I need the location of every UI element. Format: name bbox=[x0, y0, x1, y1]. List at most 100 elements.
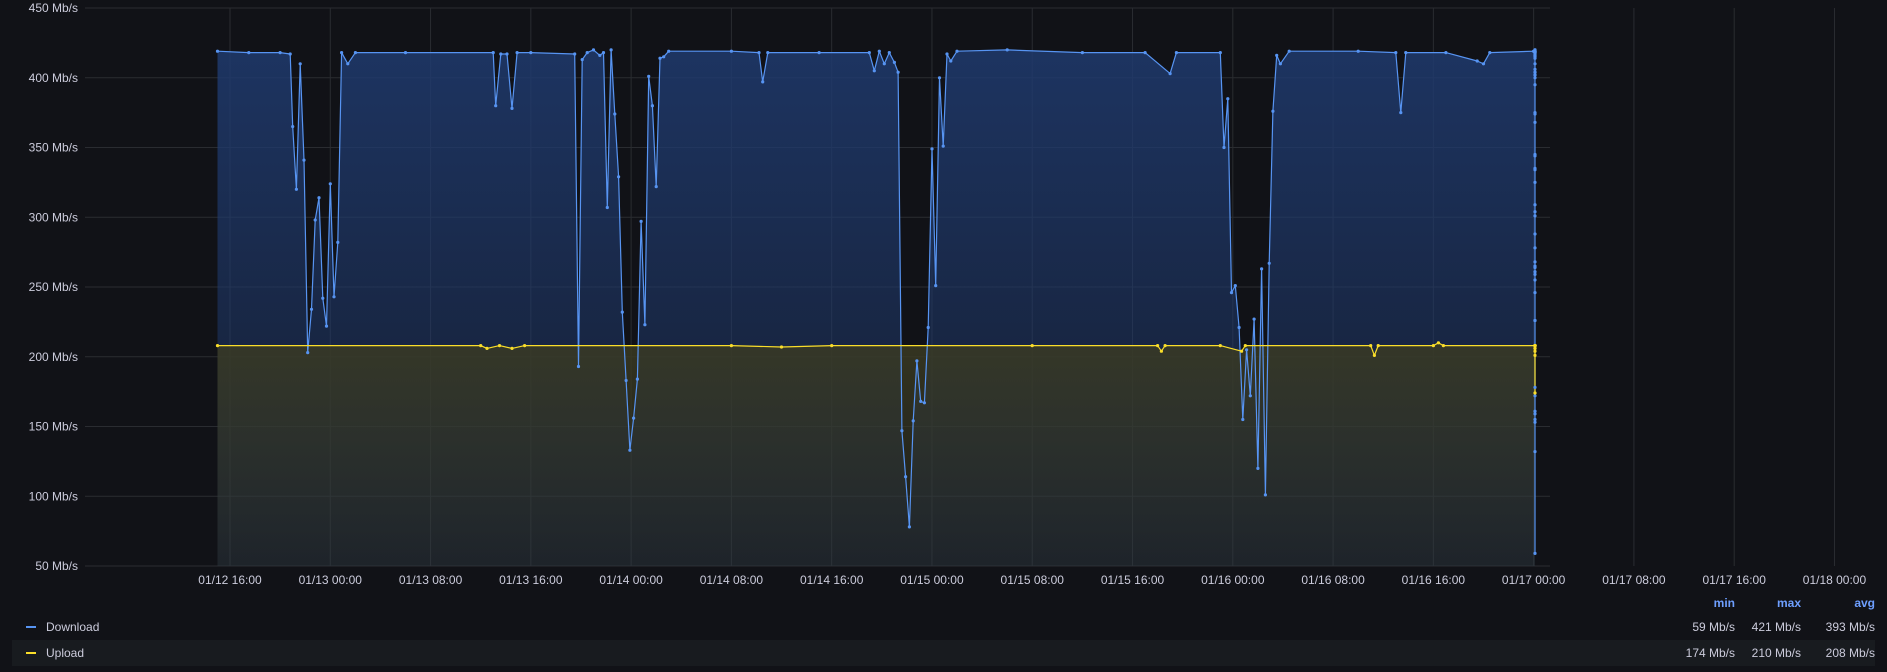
data-point-upload bbox=[779, 345, 784, 349]
data-point-download bbox=[1168, 72, 1172, 76]
data-point-download bbox=[576, 364, 581, 369]
y-tick-label: 450 Mb/s bbox=[29, 1, 78, 15]
data-point-download bbox=[1226, 97, 1230, 101]
legend-max-value: 210 Mb/s bbox=[1751, 646, 1801, 660]
data-point-download bbox=[1080, 51, 1084, 55]
data-point-download bbox=[1533, 420, 1537, 424]
data-point-upload bbox=[1030, 344, 1034, 348]
legend-avg-value: 393 Mb/s bbox=[1825, 620, 1875, 634]
data-point-download bbox=[613, 112, 617, 116]
data-point-upload bbox=[1376, 344, 1380, 348]
data-point-download bbox=[601, 51, 606, 55]
legend-header-min[interactable]: min bbox=[1665, 596, 1735, 610]
data-point-download bbox=[1533, 51, 1537, 55]
data-point-download bbox=[647, 74, 651, 78]
data-point-download bbox=[1481, 62, 1486, 66]
data-point-download bbox=[911, 419, 915, 423]
data-point-upload bbox=[1243, 344, 1247, 348]
data-point-download bbox=[1278, 62, 1282, 66]
data-point-download bbox=[605, 205, 609, 210]
data-point-download bbox=[882, 62, 886, 66]
data-point-download bbox=[529, 51, 533, 55]
data-point-download bbox=[919, 399, 923, 403]
y-tick-label: 150 Mb/s bbox=[29, 420, 78, 434]
data-point-download bbox=[313, 218, 317, 222]
data-point-download bbox=[887, 51, 891, 55]
y-tick-label: 350 Mb/s bbox=[29, 141, 78, 155]
legend-series-name[interactable]: Download bbox=[46, 614, 99, 640]
data-point-download bbox=[336, 240, 340, 244]
data-point-download bbox=[580, 58, 584, 62]
data-point-download bbox=[1444, 51, 1448, 55]
x-tick-label: 01/14 08:00 bbox=[700, 573, 764, 587]
data-point-download bbox=[1533, 83, 1537, 87]
data-point-download bbox=[306, 351, 310, 355]
data-point-download bbox=[1533, 264, 1537, 268]
x-tick-label: 01/14 00:00 bbox=[599, 573, 663, 587]
data-point-download bbox=[1533, 417, 1537, 422]
y-tick-label: 250 Mb/s bbox=[29, 280, 78, 294]
data-point-download bbox=[892, 60, 897, 64]
data-point-download bbox=[1533, 278, 1537, 282]
data-point-upload bbox=[830, 344, 834, 348]
data-point-upload bbox=[1533, 353, 1537, 357]
legend-row-upload[interactable]: Upload 174 Mb/s 210 Mb/s 208 Mb/s bbox=[12, 640, 1875, 666]
data-point-download bbox=[1533, 210, 1537, 214]
data-point-download bbox=[628, 448, 632, 452]
legend-series-name[interactable]: Upload bbox=[46, 640, 84, 666]
data-point-download bbox=[1404, 51, 1408, 55]
data-point-download bbox=[1533, 73, 1537, 77]
data-point-download bbox=[1263, 493, 1267, 497]
data-point-upload bbox=[497, 344, 502, 348]
legend-max-value: 421 Mb/s bbox=[1751, 620, 1801, 634]
data-point-upload bbox=[729, 344, 734, 348]
data-point-download bbox=[573, 52, 577, 56]
data-point-download bbox=[1174, 51, 1178, 55]
data-point-download bbox=[1245, 348, 1249, 352]
data-point-download bbox=[650, 104, 655, 108]
data-point-download bbox=[877, 49, 881, 53]
data-point-download bbox=[639, 219, 643, 223]
data-point-upload bbox=[1431, 344, 1435, 348]
legend-row-download[interactable]: Download 59 Mb/s 421 Mb/s 393 Mb/s bbox=[12, 614, 1875, 640]
y-tick-label: 300 Mb/s bbox=[29, 210, 78, 224]
data-point-download bbox=[291, 125, 295, 129]
data-point-download bbox=[302, 158, 306, 162]
data-point-upload bbox=[1436, 341, 1440, 345]
data-point-download bbox=[510, 106, 514, 110]
x-tick-label: 01/17 08:00 bbox=[1602, 573, 1666, 587]
data-point-download bbox=[1271, 109, 1275, 113]
data-point-download bbox=[1533, 203, 1537, 207]
data-point-download bbox=[1399, 111, 1403, 115]
data-point-download bbox=[930, 147, 934, 151]
data-point-download bbox=[667, 49, 671, 53]
legend-header-max[interactable]: max bbox=[1731, 596, 1801, 610]
data-point-download bbox=[309, 307, 314, 311]
timeseries-chart: 450 Mb/s 400 Mb/s 350 Mb/s 300 Mb/s 250 Mb/s… bbox=[29, 1, 1867, 587]
data-point-download bbox=[491, 51, 495, 55]
data-point-download bbox=[321, 296, 325, 300]
y-tick-label: 50 Mb/s bbox=[35, 559, 78, 573]
legend-header-avg[interactable]: avg bbox=[1805, 596, 1875, 610]
data-point-download bbox=[298, 62, 302, 66]
data-point-download bbox=[817, 51, 821, 55]
data-point-upload bbox=[485, 346, 489, 350]
data-point-download bbox=[1241, 417, 1245, 422]
data-point-download bbox=[766, 51, 770, 55]
data-point-download bbox=[662, 55, 666, 59]
data-point-upload bbox=[1441, 344, 1445, 348]
data-point-download bbox=[915, 359, 919, 363]
data-point-download bbox=[505, 52, 509, 56]
x-tick-label: 01/15 08:00 bbox=[1001, 573, 1065, 587]
data-point-download bbox=[1267, 261, 1271, 265]
data-point-download bbox=[353, 51, 357, 55]
data-point-download bbox=[761, 80, 765, 84]
data-point-download bbox=[1260, 267, 1264, 271]
data-point-download bbox=[1533, 394, 1537, 398]
data-point-download bbox=[1533, 120, 1537, 124]
data-point-download bbox=[872, 69, 876, 73]
data-point-download bbox=[1256, 466, 1260, 470]
data-point-download bbox=[941, 144, 945, 148]
data-point-download bbox=[1237, 325, 1241, 330]
data-point-download bbox=[1533, 67, 1537, 71]
